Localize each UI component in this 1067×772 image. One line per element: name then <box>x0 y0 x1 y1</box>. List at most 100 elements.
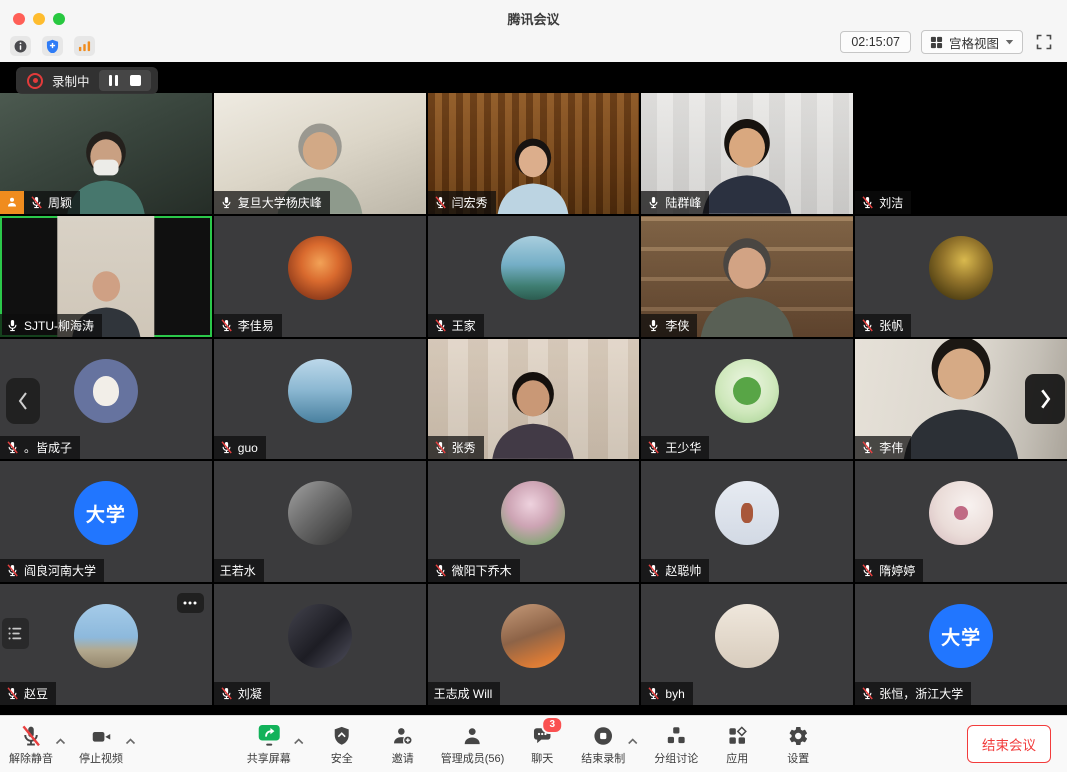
share-screen-more-chevron[interactable] <box>293 732 304 750</box>
mic-muted-icon <box>861 564 874 577</box>
apps-button[interactable]: 应用 <box>714 723 760 766</box>
participant-tile[interactable]: 赵豆 <box>0 584 212 705</box>
avatar <box>501 481 565 545</box>
participant-name-label: 。皆成子 <box>0 436 80 459</box>
next-page-button[interactable] <box>1025 374 1065 424</box>
participant-label-row: 王少华 <box>641 436 709 459</box>
participant-tile[interactable]: 王志成 Will <box>428 584 640 705</box>
avatar <box>288 236 352 300</box>
participant-label-row: 李佳易 <box>214 314 282 337</box>
apps-icon <box>726 723 748 747</box>
participant-name: 张恒，浙江大学 <box>879 685 963 702</box>
participant-name-label: 张恒，浙江大学 <box>855 682 971 705</box>
participant-tile[interactable]: SJTU-柳海涛 <box>0 216 212 337</box>
participant-tile[interactable]: 李侠 <box>641 216 853 337</box>
participant-name: 王若水 <box>220 562 256 579</box>
stop-recording-button[interactable]: 结束录制 <box>580 723 626 766</box>
stop-video-button[interactable]: 停止视频 <box>78 723 124 766</box>
mic-muted-icon <box>861 196 874 209</box>
invite-button[interactable]: 邀请 <box>380 723 426 766</box>
gear-icon <box>787 723 809 747</box>
chevron-left-icon <box>17 391 29 411</box>
participant-name-label: 隋婷婷 <box>855 559 923 582</box>
participant-tile[interactable]: 刘凝 <box>214 584 426 705</box>
settings-button[interactable]: 设置 <box>775 723 821 766</box>
participant-name: 周颖 <box>48 194 72 211</box>
participant-name: 刘凝 <box>238 685 262 702</box>
manage-members-button[interactable]: 管理成员(56) <box>441 723 505 766</box>
participant-label-row: 陆群峰 <box>641 191 709 214</box>
avatar-graphic <box>733 377 761 405</box>
mic-muted-icon <box>220 441 233 454</box>
mic-muted-icon <box>6 441 19 454</box>
participant-name: 微阳下乔木 <box>452 562 512 579</box>
participant-name-label: 赵豆 <box>0 682 56 705</box>
mic-muted-icon <box>861 564 874 577</box>
participant-tile[interactable]: 赵聪帅 <box>641 461 853 582</box>
apps-label: 应用 <box>726 750 748 766</box>
fullscreen-button[interactable] <box>1033 31 1055 53</box>
participant-tile[interactable]: 刘洁 <box>855 93 1067 214</box>
participant-tile[interactable]: 大学 张恒，浙江大学 <box>855 584 1067 705</box>
manage-members-item: 管理成员(56) <box>441 723 505 766</box>
participant-tile[interactable]: 闫宏秀 <box>428 93 640 214</box>
participant-label-row: 。皆成子 <box>0 436 80 459</box>
avatar <box>288 359 352 423</box>
chat-button[interactable]: 3聊天 <box>519 723 565 766</box>
view-mode-button[interactable]: 宫格视图 <box>921 30 1023 54</box>
avatar-graphic <box>93 376 119 406</box>
participant-grid: 周颖 复旦大学杨庆峰 闫宏秀 陆群峰 刘洁 SJTU-柳海涛 李佳易 王家 李侠 <box>0 93 1067 705</box>
participant-tile[interactable]: 张秀 <box>428 339 640 460</box>
unmute-more-chevron[interactable] <box>55 732 66 750</box>
network-signal-button[interactable] <box>74 36 95 56</box>
participant-tile[interactable]: guo <box>214 339 426 460</box>
previous-page-button[interactable] <box>6 378 40 424</box>
mic-muted-icon <box>6 564 19 577</box>
participant-tile[interactable]: 王若水 <box>214 461 426 582</box>
participant-tile[interactable]: 周颖 <box>0 93 212 214</box>
mic-muted-icon <box>647 564 660 577</box>
participant-tile[interactable]: 王家 <box>428 216 640 337</box>
share-screen-button[interactable]: 共享屏幕 <box>246 723 292 766</box>
mic-muted-icon <box>861 687 874 700</box>
end-meeting-button[interactable]: 结束会议 <box>967 725 1051 763</box>
chevron-up-icon <box>55 738 66 745</box>
window-title: 腾讯会议 <box>0 9 1067 28</box>
security-shield-button[interactable] <box>42 36 63 56</box>
stop-recording-label: 结束录制 <box>581 750 625 766</box>
participant-tile[interactable]: 隋婷婷 <box>855 461 1067 582</box>
mic-muted-icon <box>20 725 42 747</box>
participant-tile[interactable]: 王少华 <box>641 339 853 460</box>
participant-name: 王少华 <box>665 439 701 456</box>
chevron-down-icon <box>1005 39 1014 45</box>
unmute-button[interactable]: 解除静音 <box>8 723 54 766</box>
participant-tile[interactable]: 张帆 <box>855 216 1067 337</box>
stop-recording-more-chevron[interactable] <box>627 732 638 750</box>
participant-tile[interactable]: 微阳下乔木 <box>428 461 640 582</box>
participant-label-row: 王家 <box>428 314 484 337</box>
settings-item: 设置 <box>775 723 821 766</box>
pause-recording-button[interactable] <box>109 75 118 86</box>
stop-video-more-chevron[interactable] <box>125 732 136 750</box>
list-panel-button[interactable] <box>2 618 29 649</box>
avatar <box>929 481 993 545</box>
participant-label-row: 闫宏秀 <box>428 191 496 214</box>
avatar-graphic <box>741 503 753 523</box>
participant-tile[interactable]: 复旦大学杨庆峰 <box>214 93 426 214</box>
breakout-rooms-button[interactable]: 分组讨论 <box>653 723 699 766</box>
participant-name: SJTU-柳海涛 <box>24 317 94 334</box>
participant-name: 王家 <box>452 317 476 334</box>
mic-muted-icon <box>434 564 447 577</box>
toolbar-left-group: 解除静音停止视频 <box>8 716 136 772</box>
mic-muted-icon <box>220 319 233 332</box>
stop-recording-icon-button[interactable] <box>130 75 141 86</box>
mic-on-icon <box>6 319 19 332</box>
meeting-info-button[interactable] <box>10 36 31 56</box>
participant-tile[interactable]: 李佳易 <box>214 216 426 337</box>
participant-tile[interactable]: byh <box>641 584 853 705</box>
participant-tile[interactable]: 陆群峰 <box>641 93 853 214</box>
mic-muted-icon <box>6 441 19 454</box>
participant-tile[interactable]: 大学 阎良河南大学 <box>0 461 212 582</box>
more-options-button[interactable] <box>177 593 204 613</box>
security-button[interactable]: 安全 <box>319 723 365 766</box>
